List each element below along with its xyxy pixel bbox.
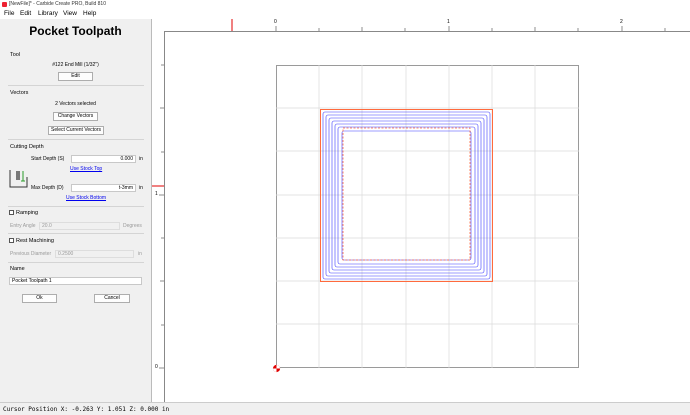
divider (8, 206, 144, 207)
menu-view[interactable]: View (63, 10, 77, 17)
cancel-button[interactable]: Cancel (94, 294, 130, 303)
toolpath-panel: Pocket Toolpath Tool #122 End Mill (1/32… (0, 19, 152, 402)
menu-library[interactable]: Library (38, 10, 58, 17)
tool-name: #122 End Mill (1/32") (52, 62, 99, 68)
use-stock-bottom-link[interactable]: Use Stock Bottom (66, 195, 106, 201)
change-vectors-button[interactable]: Change Vectors (53, 112, 98, 121)
max-depth-input[interactable]: t-3mm (71, 184, 136, 192)
previous-diameter-input[interactable]: 0.2500 (55, 250, 134, 258)
app-icon (2, 2, 7, 7)
rest-machining-label: Rest Machining (16, 238, 54, 244)
stock-area (276, 65, 579, 368)
origin-marker-icon (272, 364, 281, 373)
vruler-label-1: 1 (155, 191, 158, 197)
divider (8, 139, 144, 140)
ruler-label-0: 0 (274, 19, 277, 25)
vectors-heading: Vectors (10, 90, 29, 96)
ramping-checkbox[interactable] (9, 210, 14, 215)
ramping-label: Ramping (16, 210, 39, 216)
edit-tool-button[interactable]: Edit (58, 72, 93, 81)
cursor-position-readout: Cursor Position X: -0.263 Y: 1.051 Z: 0.… (3, 406, 170, 413)
select-current-vectors-button[interactable]: Select Current Vectors (48, 126, 104, 135)
vruler-label-0: 0 (155, 364, 158, 370)
vectors-selected-count: 2 Vectors selected (55, 101, 96, 107)
name-heading: Name (10, 266, 25, 272)
max-depth-unit: in (139, 185, 143, 191)
entry-angle-input[interactable]: 20.0 (39, 222, 120, 230)
ok-button[interactable]: Ok (22, 294, 57, 303)
vertical-ruler: 1 0 (152, 31, 165, 402)
start-depth-input[interactable]: 0.000 (71, 155, 136, 163)
previous-diameter-unit: in (138, 251, 142, 257)
start-depth-unit: in (139, 156, 143, 162)
divider (8, 262, 144, 263)
menu-edit[interactable]: Edit (20, 10, 31, 17)
ruler-label-2: 2 (620, 19, 623, 25)
tool-heading: Tool (10, 52, 21, 58)
entry-angle-unit: Degrees (123, 223, 142, 229)
start-depth-label: Start Depth (S) (31, 156, 65, 162)
toolpath-name-input[interactable]: Pocket Toolpath 1 (9, 277, 142, 285)
divider (8, 233, 144, 234)
ruler-label-1: 1 (447, 19, 450, 25)
menu-help[interactable]: Help (83, 10, 96, 17)
window-title: [NewFile]* - Carbide Create PRO, Build 8… (9, 1, 106, 7)
cutting-depth-heading: Cutting Depth (10, 144, 44, 150)
depth-diagram-icon (9, 170, 28, 188)
use-stock-top-link[interactable]: Use Stock Top (70, 166, 102, 172)
rest-machining-checkbox[interactable] (9, 238, 14, 243)
divider (8, 85, 144, 86)
status-bar: Cursor Position X: -0.263 Y: 1.051 Z: 0.… (0, 402, 690, 415)
menu-file[interactable]: File (4, 10, 14, 17)
horizontal-ruler: 0 1 2 (152, 19, 690, 32)
panel-title: Pocket Toolpath (29, 24, 122, 38)
max-depth-label: Max Depth (D) (31, 185, 64, 191)
entry-angle-label: Entry Angle (10, 223, 36, 229)
previous-diameter-label: Previous Diameter (10, 251, 52, 257)
title-bar: [NewFile]* - Carbide Create PRO, Build 8… (0, 0, 690, 9)
